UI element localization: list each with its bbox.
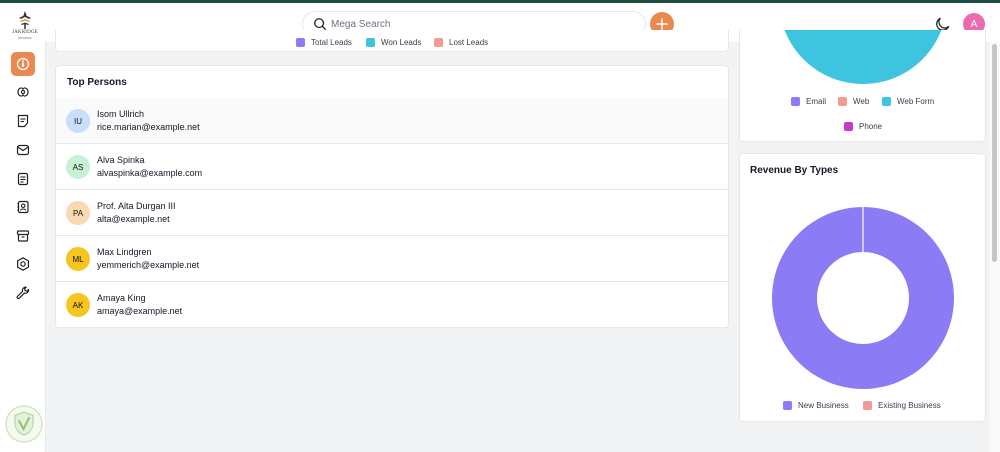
logo-mark-icon: [19, 11, 31, 29]
legend-web-form[interactable]: Web Form: [882, 97, 934, 106]
legend-label: Existing Business: [878, 401, 941, 410]
person-avatar: PA: [66, 201, 90, 225]
legend-new-business[interactable]: New Business: [783, 401, 849, 410]
legend-won-leads[interactable]: Won Leads: [366, 38, 421, 47]
sidebar-item-activities[interactable]: [11, 167, 35, 191]
legend-swatch: [366, 38, 375, 47]
sidebar-item-leads[interactable]: [11, 80, 35, 104]
settings-icon: [17, 257, 29, 271]
sidebar-item-contacts[interactable]: [11, 195, 35, 219]
person-name: Amaya King: [97, 293, 146, 303]
leads-icon: [17, 87, 29, 97]
person-row[interactable]: ML Max Lindgren yemmerich@example.net: [56, 236, 728, 282]
dashboard-icon: [16, 57, 30, 71]
legend-label: Won Leads: [381, 38, 422, 47]
legend-swatch: [296, 38, 305, 47]
sidebar-item-dashboard[interactable]: [11, 52, 35, 76]
top-persons-title: Top Persons: [67, 77, 127, 88]
sidebar-item-mail[interactable]: [11, 138, 35, 162]
legend-swatch: [844, 122, 853, 131]
legend-swatch: [434, 38, 443, 47]
quotes-icon: [17, 114, 29, 128]
revenue-by-types-card: Revenue By Types New Business Existing B…: [739, 153, 986, 422]
legend-label: Phone: [859, 122, 883, 131]
source-pie-chart: [779, 30, 947, 84]
person-email: yemmerich@example.net: [97, 260, 200, 270]
sidebar-item-settings[interactable]: [11, 252, 35, 276]
legend-label: Email: [806, 97, 827, 106]
person-name: Max Lindgren: [97, 247, 152, 257]
legend-swatch: [838, 97, 847, 106]
scrollbar-thumb[interactable]: [992, 44, 997, 262]
wrench-icon: [16, 286, 30, 300]
person-email: alta@example.net: [97, 214, 170, 224]
legend-swatch: [882, 97, 891, 106]
top-persons-card: Top Persons IU Isom Ullrich rice.marian@…: [55, 65, 729, 328]
legend-swatch: [791, 97, 800, 106]
person-avatar: IU: [66, 109, 90, 133]
legend-existing-business[interactable]: Existing Business: [863, 401, 941, 410]
legend-label: Web: [853, 97, 870, 106]
contacts-icon: [17, 200, 29, 214]
leads-overview-card: Total Leads Won Leads Lost Leads: [55, 30, 729, 52]
logo-subtext: ESTATES: [18, 36, 32, 40]
legend-email[interactable]: Email: [791, 97, 826, 106]
legend-total-leads[interactable]: Total Leads: [296, 38, 352, 47]
legend-label: New Business: [798, 401, 849, 410]
products-icon: [16, 230, 30, 242]
revenue-donut-group: [771, 206, 954, 389]
search-icon: [314, 18, 326, 30]
person-row[interactable]: AS Alva Spinka alvaspinka@example.com: [56, 144, 728, 190]
source-pie-group: [779, 30, 947, 84]
legend-lost-leads[interactable]: Lost Leads: [434, 38, 488, 47]
leads-by-source-card: Email Web Web Form Phone: [739, 30, 986, 142]
legend-label: Lost Leads: [449, 38, 489, 47]
legend-label: Total Leads: [311, 38, 352, 47]
person-email: amaya@example.net: [97, 306, 183, 316]
person-name: Prof. Alta Durgan III: [97, 201, 176, 211]
person-name: Alva Spinka: [97, 155, 145, 165]
company-logo[interactable]: JAKRIDGE ESTATES: [8, 9, 42, 40]
sidebar-item-configuration[interactable]: [11, 281, 35, 305]
revenue-title: Revenue By Types: [750, 165, 839, 176]
activities-icon: [17, 172, 29, 186]
person-email: rice.marian@example.net: [97, 122, 200, 132]
shield-badge-icon: [5, 405, 43, 443]
sidebar-item-products[interactable]: [11, 224, 35, 248]
legend-swatch: [783, 401, 792, 410]
person-avatar: AS: [66, 155, 90, 179]
logo-text: JAKRIDGE: [11, 30, 39, 35]
person-avatar: AK: [66, 293, 90, 317]
plus-icon: [656, 18, 668, 30]
person-row[interactable]: AK Amaya King amaya@example.net: [56, 282, 728, 328]
pie-slice-web-form[interactable]: [779, 30, 947, 84]
mail-icon: [16, 144, 30, 156]
person-row[interactable]: PA Prof. Alta Durgan III alta@example.ne…: [56, 190, 728, 236]
person-name: Isom Ullrich: [97, 109, 145, 119]
legend-label: Web Form: [897, 97, 935, 106]
legend-swatch: [863, 401, 872, 410]
revenue-donut-chart: [771, 206, 954, 389]
sidebar-item-quotes[interactable]: [11, 109, 35, 133]
legend-web[interactable]: Web: [838, 97, 869, 106]
legend-phone[interactable]: Phone: [844, 122, 882, 131]
person-row[interactable]: IU Isom Ullrich rice.marian@example.net: [56, 98, 728, 144]
person-email: alvaspinka@example.com: [97, 168, 203, 178]
sidebar: [0, 42, 46, 452]
person-avatar: ML: [66, 247, 90, 271]
